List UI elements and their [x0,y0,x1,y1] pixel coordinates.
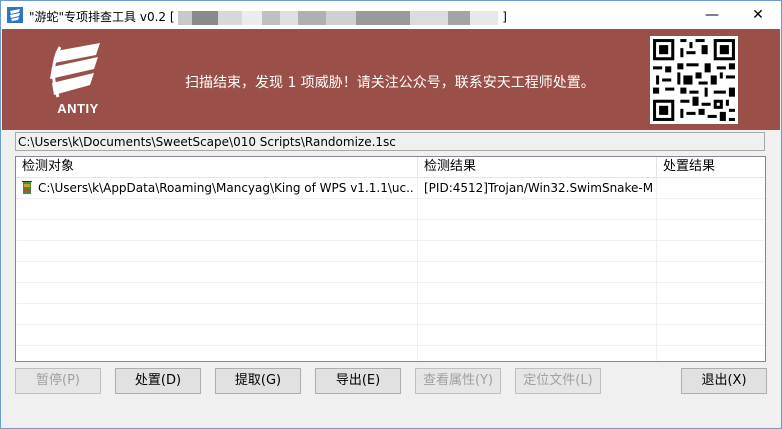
export-button[interactable]: 导出(E) [315,368,401,394]
redacted-region [178,10,193,25]
redacted-region [280,10,299,25]
extract-button[interactable]: 提取(G) [215,368,301,394]
title-bar[interactable]: "游蛇"专项排查工具 v0.2 [ ] — ✕ [1,1,781,29]
pause-button[interactable]: 暂停(P) [15,368,101,394]
app-icon [7,7,23,23]
detection-result: [PID:4512]Trojan/Win32.SwimSnake-M [424,181,654,195]
close-icon: ✕ [752,7,764,23]
banner: ANTIY 扫描结束，发现 1 项威胁！请关注公众号，联系安天工程师处置。 [2,29,780,130]
exit-button[interactable]: 退出(X) [681,368,767,394]
scan-result-message: 扫描结束，发现 1 项威胁！请关注公众号，联系安天工程师处置。 [185,75,595,91]
table-row[interactable]: C:\Users\k\AppData\Roaming\Mancyag\King … [16,178,765,199]
column-header-object[interactable]: 检测对象 [16,157,418,177]
redacted-region [298,10,327,25]
column-header-action[interactable]: 处置结果 [657,157,765,177]
column-header-result[interactable]: 检测结果 [418,157,657,177]
locate-file-button[interactable]: 定位文件(L) [515,368,601,394]
main-window: "游蛇"专项排查工具 v0.2 [ ] — ✕ ANTIY 扫描结束，发现 1 … [0,0,782,429]
list-header: 检测对象 检测结果 处置结果 [16,157,765,178]
empty-row [16,304,765,325]
window-title-suffix: ] [502,10,507,24]
handling-result [663,178,763,198]
redacted-region [262,10,281,25]
empty-row [16,199,765,220]
window-title: "游蛇"专项排查工具 v0.2 [ ] [29,8,507,25]
close-button[interactable]: ✕ [735,1,781,29]
view-properties-button[interactable]: 查看属性(Y) [415,368,501,394]
empty-row [16,283,765,304]
redacted-region [470,10,499,25]
threat-file-icon [22,181,32,194]
redacted-region [448,10,471,25]
minimize-button[interactable]: — [689,1,735,29]
redacted-region [410,10,449,25]
logo-text: ANTIY [57,101,99,116]
window-title-label: "游蛇"专项排查工具 v0.2 [ [29,10,175,24]
current-scan-path: C:\Users\k\Documents\SweetScape\010 Scri… [15,132,765,151]
detected-object-path: C:\Users\k\AppData\Roaming\Mancyag\King … [38,181,414,195]
redacted-region [356,10,411,25]
qr-code-icon [650,36,738,124]
empty-row [16,241,765,262]
empty-row [16,262,765,283]
minimize-icon: — [705,7,719,23]
handle-button[interactable]: 处置(D) [115,368,201,394]
empty-row [16,325,765,346]
redacted-region [242,10,263,25]
redacted-region [192,10,219,25]
empty-row [16,220,765,241]
redacted-region [218,10,243,25]
redacted-region [326,10,357,25]
detection-list[interactable]: 检测对象 检测结果 处置结果 C:\Users\k\AppData\Roamin… [15,156,766,362]
